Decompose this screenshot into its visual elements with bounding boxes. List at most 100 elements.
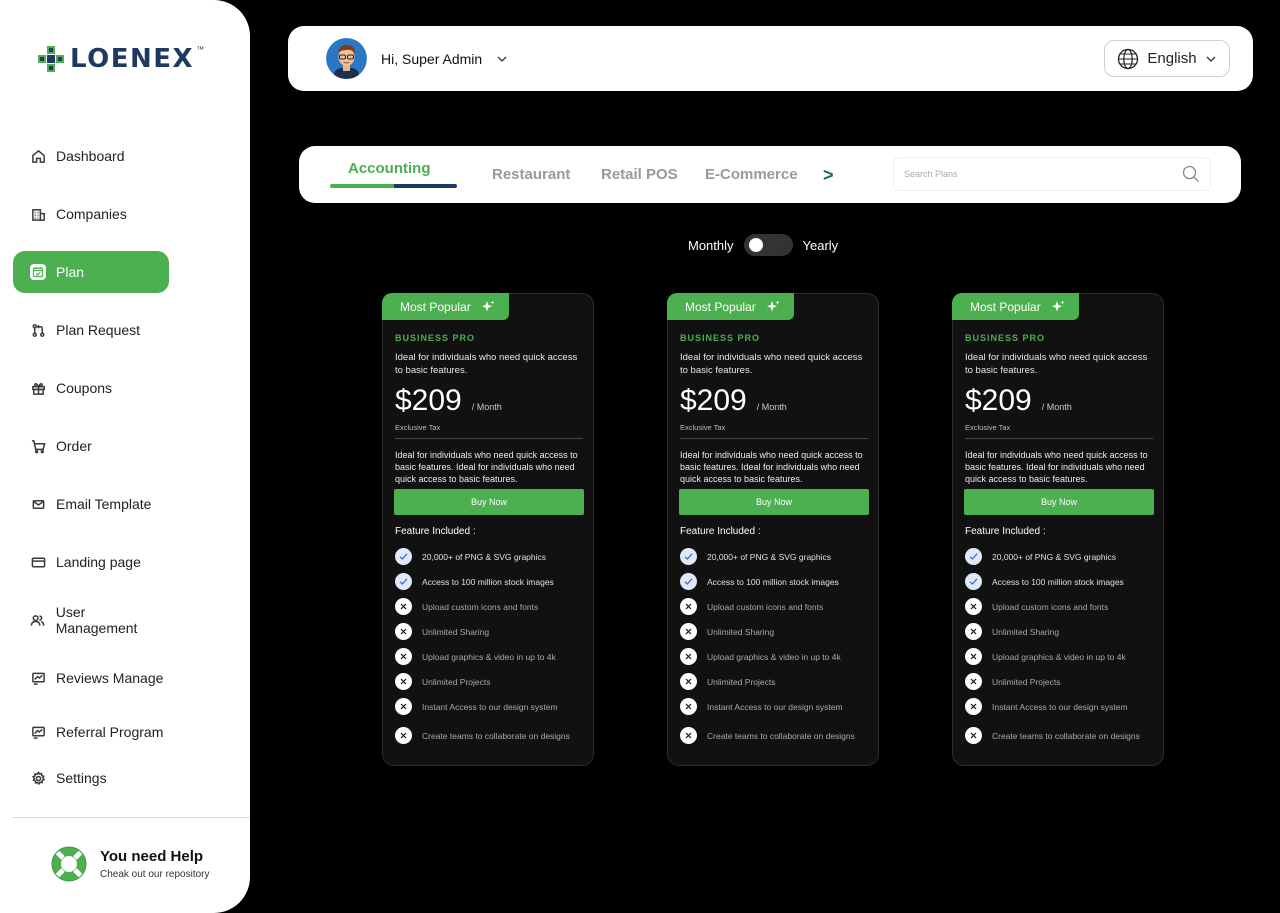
feature-item: 20,000+ of PNG & SVG graphics (395, 548, 546, 565)
sidebar-item-companies[interactable]: Companies (13, 193, 169, 235)
tab-e-commerce[interactable]: E-Commerce (705, 166, 798, 183)
calendar-check-icon-wrapper (30, 264, 46, 280)
search-input[interactable] (904, 169, 1182, 179)
feature-item: 20,000+ of PNG & SVG graphics (965, 548, 1116, 565)
yearly-label[interactable]: Yearly (803, 238, 839, 253)
plan-description: Ideal for individuals who need quick acc… (965, 352, 1148, 376)
check-icon (680, 573, 697, 590)
plan-description: Ideal for individuals who need quick acc… (680, 352, 863, 376)
tab-active-indicator (330, 184, 457, 188)
billing-period-toggle: Monthly Yearly (688, 234, 838, 256)
sidebar-item-label: Coupons (56, 380, 113, 396)
features-title: Feature Included : (680, 526, 761, 537)
x-icon (680, 623, 697, 640)
x-icon (395, 598, 412, 615)
sidebar-item-coupons[interactable]: Coupons (13, 367, 169, 409)
chart-board-icon (31, 672, 45, 685)
home-icon (31, 149, 45, 163)
feature-item: Access to 100 million stock images (680, 573, 839, 590)
chart-board-icon-wrapper (30, 724, 46, 740)
feature-label: Unlimited Sharing (422, 626, 490, 637)
feature-item: Upload graphics & video in up to 4k (395, 648, 556, 665)
top-bar: Hi, Super Admin English (288, 26, 1253, 91)
language-selector[interactable]: English (1104, 40, 1230, 77)
x-icon (395, 727, 412, 744)
check-icon (395, 548, 412, 565)
buy-now-button[interactable]: Buy Now (964, 489, 1154, 515)
buy-now-button[interactable]: Buy Now (394, 489, 584, 515)
tab-retail-pos[interactable]: Retail POS (601, 166, 678, 183)
search-box (893, 157, 1211, 191)
sidebar-item-dashboard[interactable]: Dashboard (13, 135, 169, 177)
search-icon[interactable] (1182, 165, 1200, 183)
language-label: English (1147, 50, 1197, 67)
feature-label: Access to 100 million stock images (707, 576, 839, 587)
feature-item: Create teams to collaborate on designs (680, 727, 855, 744)
sidebar-item-email-template[interactable]: Email Template (13, 483, 169, 525)
monthly-label[interactable]: Monthly (688, 238, 734, 253)
feature-label: Instant Access to our design system (707, 701, 843, 712)
gift-icon-wrapper (30, 380, 46, 396)
buy-now-button[interactable]: Buy Now (679, 489, 869, 515)
sparkle-icon (766, 300, 780, 312)
feature-label: 20,000+ of PNG & SVG graphics (707, 551, 832, 562)
sidebar-item-order[interactable]: Order (13, 425, 169, 467)
tab-restaurant[interactable]: Restaurant (492, 166, 570, 183)
x-icon (395, 698, 412, 715)
sidebar-item-plan-request[interactable]: Plan Request (13, 309, 169, 351)
billing-switch[interactable] (743, 234, 793, 256)
feature-item: Instant Access to our design system (395, 698, 558, 715)
feature-label: Create teams to collaborate on designs (422, 730, 570, 741)
plan-long-description: Ideal for individuals who need quick acc… (965, 450, 1148, 484)
help-title: You need Help (100, 848, 204, 865)
most-popular-badge: Most Popular (382, 293, 509, 320)
user-greeting: Hi, Super Admin (381, 50, 483, 67)
sidebar-item-label: Dashboard (56, 148, 125, 164)
building-icon-wrapper (30, 206, 46, 222)
feature-item: Instant Access to our design system (965, 698, 1128, 715)
x-icon (395, 623, 412, 640)
feature-item: Unlimited Projects (965, 673, 1061, 690)
tab-accounting[interactable]: Accounting (348, 160, 431, 177)
price-amount: $209 (965, 384, 1032, 417)
x-icon (680, 673, 697, 690)
credit-card-icon (31, 557, 45, 567)
feature-item: 20,000+ of PNG & SVG graphics (680, 548, 831, 565)
features-title: Feature Included : (965, 526, 1046, 537)
sidebar-item-plan[interactable]: Plan (13, 251, 169, 293)
sidebar-item-landing-page[interactable]: Landing page (13, 541, 169, 583)
chevron-down-icon (1206, 56, 1216, 62)
sidebar-item-user-management[interactable]: User Management (13, 599, 169, 641)
feature-label: Upload custom icons and fonts (422, 601, 539, 612)
feature-item: Upload graphics & video in up to 4k (965, 648, 1126, 665)
card-divider (965, 438, 1153, 439)
brand-logo[interactable]: LOENEX ™ (38, 44, 208, 74)
sidebar-item-referral-program[interactable]: Referral Program (13, 711, 169, 753)
feature-label: Access to 100 million stock images (992, 576, 1124, 587)
home-icon-wrapper (30, 148, 46, 164)
help-subtitle[interactable]: Cheak out our repository (100, 869, 210, 880)
chart-board-icon-wrapper (30, 670, 46, 686)
price-period: / Month (1041, 402, 1072, 412)
git-pull-request-icon-wrapper (30, 322, 46, 338)
help-card[interactable]: You need Help Cheak out our repository (50, 845, 210, 883)
tabs-next-button[interactable]: > (823, 165, 834, 186)
sparkle-icon (1051, 300, 1065, 312)
user-menu[interactable]: Hi, Super Admin (326, 38, 508, 79)
feature-label: Access to 100 million stock images (422, 576, 554, 587)
gift-icon (31, 382, 45, 395)
plan-card: Most Popular BUSINESS PRO Ideal for indivi… (952, 293, 1164, 766)
sidebar-item-settings[interactable]: Settings (13, 757, 169, 799)
card-divider (680, 438, 868, 439)
sidebar-item-label: Landing page (56, 554, 141, 570)
git-pull-request-icon (32, 323, 44, 337)
most-popular-badge: Most Popular (952, 293, 1079, 320)
credit-card-icon-wrapper (30, 554, 46, 570)
plan-price: $209 / Month (965, 384, 1072, 418)
tax-note: Exclusive Tax (680, 423, 726, 432)
sidebar-item-reviews-manage[interactable]: Reviews Manage (13, 657, 169, 699)
sidebar-divider (12, 817, 250, 818)
plan-card: Most Popular BUSINESS PRO Ideal for indivi… (667, 293, 879, 766)
x-icon (965, 727, 982, 744)
sidebar-item-label: Plan (56, 264, 85, 280)
